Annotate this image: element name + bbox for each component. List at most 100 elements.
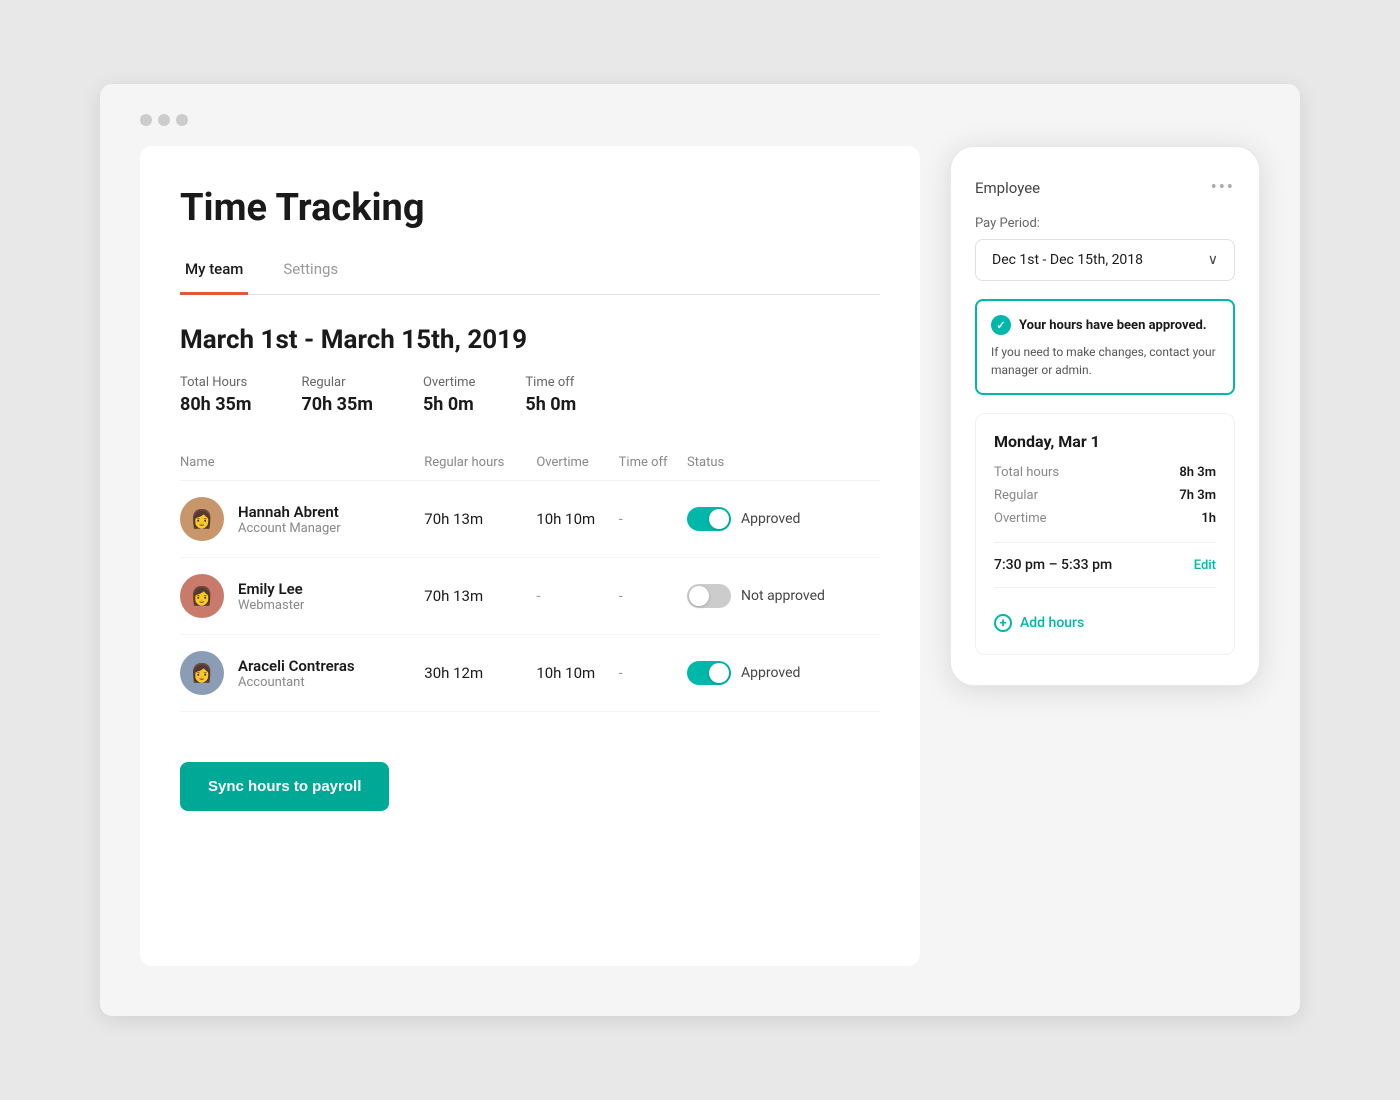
- pay-period-select[interactable]: Dec 1st - Dec 15th, 2018 ∨: [975, 239, 1235, 281]
- approval-box: ✓ Your hours have been approved. If you …: [975, 299, 1235, 395]
- stat-overtime-label: Overtime: [423, 375, 475, 390]
- overtime-2: -: [536, 558, 618, 635]
- tl-yellow: [158, 114, 170, 126]
- day-stat-overtime: Overtime 1h: [994, 511, 1216, 526]
- regular-3: 30h 12m: [424, 635, 536, 712]
- status-cell-1: Approved: [687, 507, 880, 531]
- timeoff-2: -: [619, 558, 687, 635]
- regular-2: 70h 13m: [424, 558, 536, 635]
- more-options-icon[interactable]: •••: [1211, 177, 1235, 198]
- employee-cell-2: 👩 Emily Lee Webmaster: [180, 574, 424, 618]
- status-text-2: Not approved: [741, 588, 825, 604]
- day-stat-regular: Regular 7h 3m: [994, 488, 1216, 503]
- stat-timeoff-value: 5h 0m: [525, 394, 576, 415]
- avatar-araceli: 👩: [180, 651, 224, 695]
- time-entry: 7:30 pm – 5:33 pm Edit: [994, 557, 1216, 573]
- period-title: March 1st - March 15th, 2019: [180, 325, 880, 355]
- checkmark-icon: ✓: [996, 319, 1005, 332]
- tl-red: [140, 114, 152, 126]
- sync-button[interactable]: Sync hours to payroll: [180, 762, 389, 811]
- avatar-hannah: 👩: [180, 497, 224, 541]
- day-card: Monday, Mar 1 Total hours 8h 3m Regular …: [975, 413, 1235, 655]
- stat-timeoff-label: Time off: [525, 375, 576, 390]
- emp-name-2: Emily Lee: [238, 580, 304, 598]
- emp-role-3: Accountant: [238, 675, 355, 690]
- col-name: Name: [180, 445, 424, 481]
- timeoff-1: -: [619, 481, 687, 558]
- day-regular-label: Regular: [994, 488, 1038, 503]
- phone-mockup: Employee ••• Pay Period: Dec 1st - Dec 1…: [950, 146, 1260, 686]
- approval-header: ✓ Your hours have been approved.: [991, 315, 1219, 335]
- status-text-3: Approved: [741, 665, 800, 681]
- table-row: 👩 Emily Lee Webmaster 70h 13m - -: [180, 558, 880, 635]
- stat-timeoff: Time off 5h 0m: [525, 375, 576, 415]
- time-range: 7:30 pm – 5:33 pm: [994, 557, 1112, 573]
- emp-role-2: Webmaster: [238, 598, 304, 613]
- approval-title: Your hours have been approved.: [1019, 318, 1207, 333]
- timeoff-3: -: [619, 635, 687, 712]
- divider-2: [994, 587, 1216, 588]
- stat-total-hours: Total Hours 80h 35m: [180, 375, 251, 415]
- stat-regular-label: Regular: [301, 375, 372, 390]
- plus-circle-icon: +: [994, 614, 1012, 632]
- table-row: 👩 Hannah Abrent Account Manager 70h 13m …: [180, 481, 880, 558]
- stat-regular-value: 70h 35m: [301, 394, 372, 415]
- col-regular-hours: Regular hours: [424, 445, 536, 481]
- col-status: Status: [687, 445, 880, 481]
- main-content: Time Tracking My team Settings March 1st…: [140, 146, 1260, 966]
- add-hours-label: Add hours: [1020, 615, 1084, 631]
- stat-total-value: 80h 35m: [180, 394, 251, 415]
- emp-name-1: Hannah Abrent: [238, 503, 341, 521]
- stat-regular: Regular 70h 35m: [301, 375, 372, 415]
- stats-row: Total Hours 80h 35m Regular 70h 35m Over…: [180, 375, 880, 415]
- pay-period-value: Dec 1st - Dec 15th, 2018: [992, 252, 1143, 268]
- emp-info-1: Hannah Abrent Account Manager: [238, 503, 341, 536]
- emp-info-2: Emily Lee Webmaster: [238, 580, 304, 613]
- right-panel: Employee ••• Pay Period: Dec 1st - Dec 1…: [950, 146, 1260, 686]
- stat-total-label: Total Hours: [180, 375, 251, 390]
- toggle-knob-3: [709, 663, 729, 683]
- tab-settings[interactable]: Settings: [278, 250, 343, 295]
- status-cell-2: Not approved: [687, 584, 880, 608]
- table-row: 👩 Araceli Contreras Accountant 30h 12m 1…: [180, 635, 880, 712]
- phone-header: Employee •••: [975, 177, 1235, 198]
- day-stat-total: Total hours 8h 3m: [994, 465, 1216, 480]
- toggle-3[interactable]: [687, 661, 731, 685]
- tabs: My team Settings: [180, 250, 880, 295]
- stat-overtime-value: 5h 0m: [423, 394, 475, 415]
- toggle-2[interactable]: [687, 584, 731, 608]
- pay-period-label: Pay Period:: [975, 216, 1235, 231]
- emp-name-3: Araceli Contreras: [238, 657, 355, 675]
- regular-1: 70h 13m: [424, 481, 536, 558]
- traffic-lights: [140, 114, 1260, 126]
- day-stats: Total hours 8h 3m Regular 7h 3m Overtime…: [994, 465, 1216, 526]
- tab-my-team[interactable]: My team: [180, 250, 248, 295]
- edit-link[interactable]: Edit: [1194, 558, 1216, 573]
- avatar-emily: 👩: [180, 574, 224, 618]
- status-text-1: Approved: [741, 511, 800, 527]
- overtime-3: 10h 10m: [536, 635, 618, 712]
- day-overtime-label: Overtime: [994, 511, 1046, 526]
- toggle-1[interactable]: [687, 507, 731, 531]
- employee-cell-1: 👩 Hannah Abrent Account Manager: [180, 497, 424, 541]
- approval-body: If you need to make changes, contact you…: [991, 343, 1219, 379]
- check-circle-icon: ✓: [991, 315, 1011, 335]
- toggle-knob-2: [689, 586, 709, 606]
- status-cell-3: Approved: [687, 661, 880, 685]
- day-total-value: 8h 3m: [1179, 465, 1216, 480]
- col-overtime: Overtime: [536, 445, 618, 481]
- employee-cell-3: 👩 Araceli Contreras Accountant: [180, 651, 424, 695]
- add-hours-button[interactable]: + Add hours: [994, 602, 1216, 636]
- emp-role-1: Account Manager: [238, 521, 341, 536]
- employee-table: Name Regular hours Overtime Time off Sta…: [180, 445, 880, 712]
- phone-panel-title: Employee: [975, 179, 1040, 197]
- day-total-label: Total hours: [994, 465, 1059, 480]
- col-timeoff: Time off: [619, 445, 687, 481]
- day-title: Monday, Mar 1: [994, 432, 1216, 451]
- toggle-knob-1: [709, 509, 729, 529]
- stat-overtime: Overtime 5h 0m: [423, 375, 475, 415]
- divider: [994, 542, 1216, 543]
- chevron-down-icon: ∨: [1208, 252, 1218, 268]
- left-panel: Time Tracking My team Settings March 1st…: [140, 146, 920, 966]
- day-overtime-value: 1h: [1201, 511, 1216, 526]
